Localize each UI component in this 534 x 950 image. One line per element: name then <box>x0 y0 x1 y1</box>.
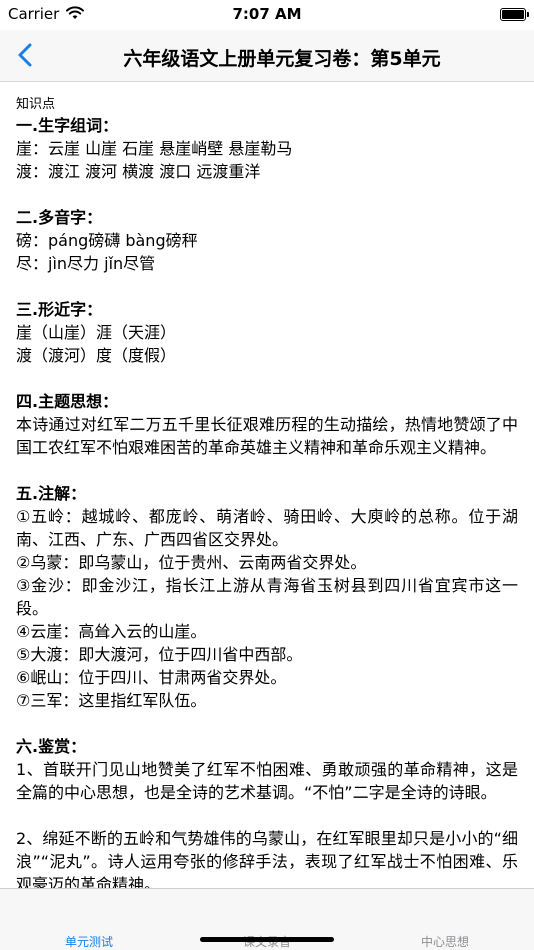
section-theme: 四.主题思想： 本诗通过对红军二万五千里长征艰难历程的生动描绘，热情地赞颂了中国… <box>16 390 518 459</box>
note-item: ⑤大渡：即大渡河，位于四川省中西部。 <box>16 645 303 664</box>
intro-label: 知识点 <box>16 97 56 112</box>
section-line: 渡：渡江 渡河 横渡 渡口 远渡重洋 <box>16 162 261 181</box>
note-item: ④云崖：高耸入云的山崖。 <box>16 622 207 641</box>
section-title: 六.鉴赏： <box>16 737 87 756</box>
status-time: 7:07 AM <box>232 5 302 23</box>
battery-icon <box>500 8 529 21</box>
status-bar: Carrier 7:07 AM <box>0 0 534 30</box>
section-line: 渡（渡河）度（度假） <box>16 346 177 365</box>
section-line: 尽：jìn尽力 jǐn尽管 <box>16 254 156 273</box>
page-title: 六年级语文上册单元复习卷：第5单元 <box>123 48 441 70</box>
section-title: 四.主题思想： <box>16 392 119 411</box>
section-notes: 五.注解： ①五岭：越城岭、都庞岭、萌渚岭、骑田岭、大庾岭的总称。位于湖南、江西… <box>16 482 518 712</box>
section-title: 三.形近字： <box>16 300 103 319</box>
home-indicator <box>200 937 334 942</box>
appreciation-item: 2、绵延不断的五岭和气势雄伟的乌蒙山，在红军眼里却只是小小的“细浪”“泥丸”。诗… <box>16 829 518 888</box>
section-polyphones: 二.多音字： 磅：páng磅礴 bàng磅秤 尽：jìn尽力 jǐn尽管 <box>16 206 518 275</box>
section-new-words: 一.生字组词： 崖：云崖 山崖 石崖 悬崖峭壁 悬崖勒马 渡：渡江 渡河 横渡 … <box>16 114 518 183</box>
chevron-left-icon <box>18 43 32 67</box>
section-line: 崖（山崖）涯（天涯） <box>16 323 177 342</box>
tab-central-idea[interactable]: 中心思想 <box>356 889 534 950</box>
section-similar-chars: 三.形近字： 崖（山崖）涯（天涯） 渡（渡河）度（度假） <box>16 298 518 367</box>
section-title: 一.生字组词： <box>16 116 119 135</box>
section-appreciation: 六.鉴赏： 1、首联开门见山地赞美了红军不怕困难、勇敢顽强的革命精神，这是全篇的… <box>16 735 518 888</box>
note-item: ⑦三军：这里指红军队伍。 <box>16 691 207 710</box>
back-button[interactable] <box>12 40 42 70</box>
note-item: ③金沙：即金沙江，指长江上游从青海省玉树县到四川省宜宾市这一段。 <box>16 576 518 618</box>
content-scroll-area[interactable]: 知识点 一.生字组词： 崖：云崖 山崖 石崖 悬崖峭壁 悬崖勒马 渡：渡江 渡河… <box>0 82 534 888</box>
section-line: 磅：páng磅礴 bàng磅秤 <box>16 231 198 250</box>
note-item: ②乌蒙：即乌蒙山，位于贵州、云南两省交界处。 <box>16 553 367 572</box>
navigation-bar: 六年级语文上册单元复习卷：第5单元 <box>0 30 534 82</box>
section-title: 五.注解： <box>16 484 87 503</box>
note-item: ⑥岷山：位于四川、甘肃两省交界处。 <box>16 668 287 687</box>
section-paragraph: 本诗通过对红军二万五千里长征艰难历程的生动描绘，热情地赞颂了中国工农红军不怕艰难… <box>16 415 518 457</box>
tab-unit-test[interactable]: 单元测试 <box>0 889 178 950</box>
appreciation-item: 1、首联开门见山地赞美了红军不怕困难、勇敢顽强的革命精神，这是全篇的中心思想，也… <box>16 760 518 802</box>
section-line: 崖：云崖 山崖 石崖 悬崖峭壁 悬崖勒马 <box>16 139 293 158</box>
note-item: ①五岭：越城岭、都庞岭、萌渚岭、骑田岭、大庾岭的总称。位于湖南、江西、广东、广西… <box>16 507 518 549</box>
section-title: 二.多音字： <box>16 208 103 227</box>
